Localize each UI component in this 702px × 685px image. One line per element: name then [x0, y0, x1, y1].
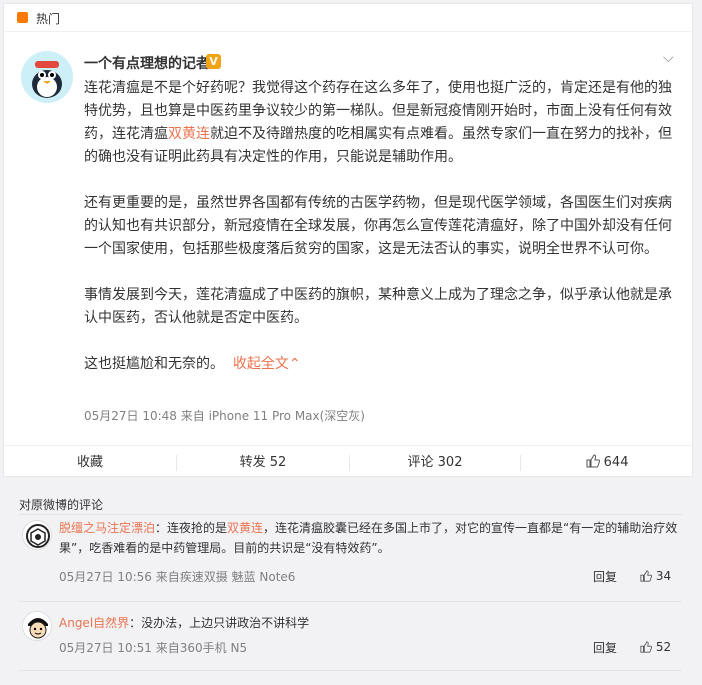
- weibo-post-card: 热门 一个有点理想的记者 V ⌵ 连花清瘟是不是个好药呢？我觉得这个药存在这么多…: [3, 3, 693, 477]
- comment-button[interactable]: 评论 302: [350, 446, 520, 479]
- comment-like-button[interactable]: 52: [640, 640, 671, 654]
- keyword-link[interactable]: 双黄连: [168, 126, 210, 142]
- collapse-text-link[interactable]: 收起全文⌃: [233, 356, 301, 372]
- comment-username[interactable]: Angel自然界: [59, 616, 129, 630]
- post-body: 连花清瘟是不是个好药呢？我觉得这个药存在这么多年了，使用也挺广泛的，肯定还是有他…: [84, 77, 684, 399]
- like-count: 644: [603, 455, 629, 470]
- divider: [19, 670, 682, 671]
- hot-label: 热门: [36, 12, 61, 26]
- comment-like-count: 52: [655, 640, 672, 654]
- post-paragraph: 事情发展到今天，莲花清瘟成了中医药的旗帜，某种意义上成为了理念之争，似乎承认他就…: [84, 287, 672, 326]
- comment-username[interactable]: 脱缰之马注定漂泊: [59, 521, 155, 535]
- chevron-up-icon: ⌃: [288, 356, 301, 372]
- reply-button[interactable]: 回复: [593, 568, 617, 585]
- action-bar: 收藏 转发 52 评论 302 644: [4, 445, 692, 478]
- post-paragraph: 这也挺尴尬和无奈的。 收起全文⌃: [84, 356, 301, 372]
- avatar[interactable]: [22, 520, 52, 550]
- like-button[interactable]: 644: [521, 446, 693, 479]
- thumbs-up-icon: [640, 570, 653, 582]
- divider: [19, 601, 682, 602]
- reply-button[interactable]: 回复: [593, 639, 617, 656]
- favorite-button[interactable]: 收藏: [4, 446, 176, 479]
- comment-like-count: 34: [655, 569, 672, 583]
- thumbs-up-icon: [586, 454, 600, 468]
- comment-like-button[interactable]: 34: [640, 569, 671, 583]
- hot-flame-icon: [17, 12, 28, 23]
- comment-meta: 05月27日 10:51 来自360手机 N5: [59, 641, 248, 655]
- repost-button[interactable]: 转发 52: [177, 446, 349, 479]
- hot-bar: 热门: [4, 4, 692, 32]
- post-username[interactable]: 一个有点理想的记者: [84, 53, 210, 73]
- verified-badge-icon: V: [206, 54, 221, 69]
- comments-title: 对原微博的评论: [19, 498, 104, 512]
- comment-meta: 05月27日 10:56 来自疾速双摄 魅蓝 Note6: [59, 570, 296, 584]
- comment-text: Angel自然界：没办法，上边只讲政治不讲科学: [59, 616, 310, 630]
- avatar[interactable]: [21, 51, 73, 103]
- keyword-link[interactable]: 双黄连: [227, 521, 263, 535]
- post-paragraph: 还有更重要的是，虽然世界各国都有传统的古医学药物，但是现代医学领域，各国医生们对…: [84, 195, 672, 257]
- thumbs-up-icon: [640, 641, 653, 653]
- comments-section: 对原微博的评论 脱缰之马注定漂泊：连夜抢的是双黄连，连花清瘟胶囊已经在多国上市了…: [8, 492, 693, 685]
- chevron-down-icon[interactable]: ⌵: [663, 50, 674, 66]
- post-meta: 05月27日 10:48 来自 iPhone 11 Pro Max(深空灰): [84, 409, 365, 423]
- divider: [19, 514, 682, 515]
- avatar[interactable]: [22, 611, 52, 641]
- comment-text: 脱缰之马注定漂泊：连夜抢的是双黄连，连花清瘟胶囊已经在多国上市了，对它的宣传一直…: [59, 521, 678, 555]
- post-paragraph: 连花清瘟是不是个好药呢？我觉得这个药存在这么多年了，使用也挺广泛的，肯定还是有他…: [84, 80, 672, 165]
